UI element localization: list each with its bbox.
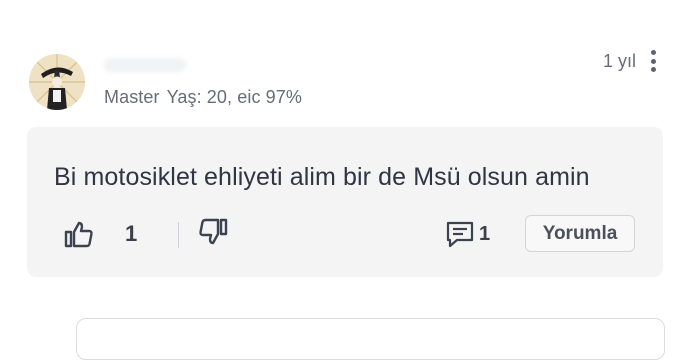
reply-count[interactable]: 1 xyxy=(479,223,490,246)
next-comment-card xyxy=(76,318,665,360)
user-age-score: Yaş: 20, eic 97% xyxy=(166,87,302,107)
more-options-button[interactable] xyxy=(646,48,660,74)
avatar[interactable] xyxy=(29,54,85,110)
comment-icon xyxy=(446,221,474,248)
user-meta: Master Yaş: 20, eic 97% xyxy=(104,87,302,108)
thumbs-down-icon xyxy=(199,218,228,245)
like-button[interactable] xyxy=(64,219,94,249)
comment-card: Bi motosiklet ehliyeti alim bir de Msü o… xyxy=(27,127,663,277)
avatar-image xyxy=(29,54,85,110)
reply-button[interactable]: Yorumla xyxy=(525,215,635,252)
like-count: 1 xyxy=(125,221,138,246)
thumbs-up-icon xyxy=(64,221,93,248)
replies-button[interactable] xyxy=(445,219,475,249)
comment-text: Bi motosiklet ehliyeti alim bir de Msü o… xyxy=(54,163,590,191)
user-rank: Master xyxy=(104,87,160,107)
divider xyxy=(178,222,179,248)
dislike-button[interactable] xyxy=(198,217,228,247)
more-vertical-icon xyxy=(650,50,656,55)
more-dot xyxy=(650,67,656,72)
more-dot xyxy=(650,58,656,64)
username-redacted xyxy=(104,58,186,72)
timestamp: 1 yıl xyxy=(602,51,636,71)
